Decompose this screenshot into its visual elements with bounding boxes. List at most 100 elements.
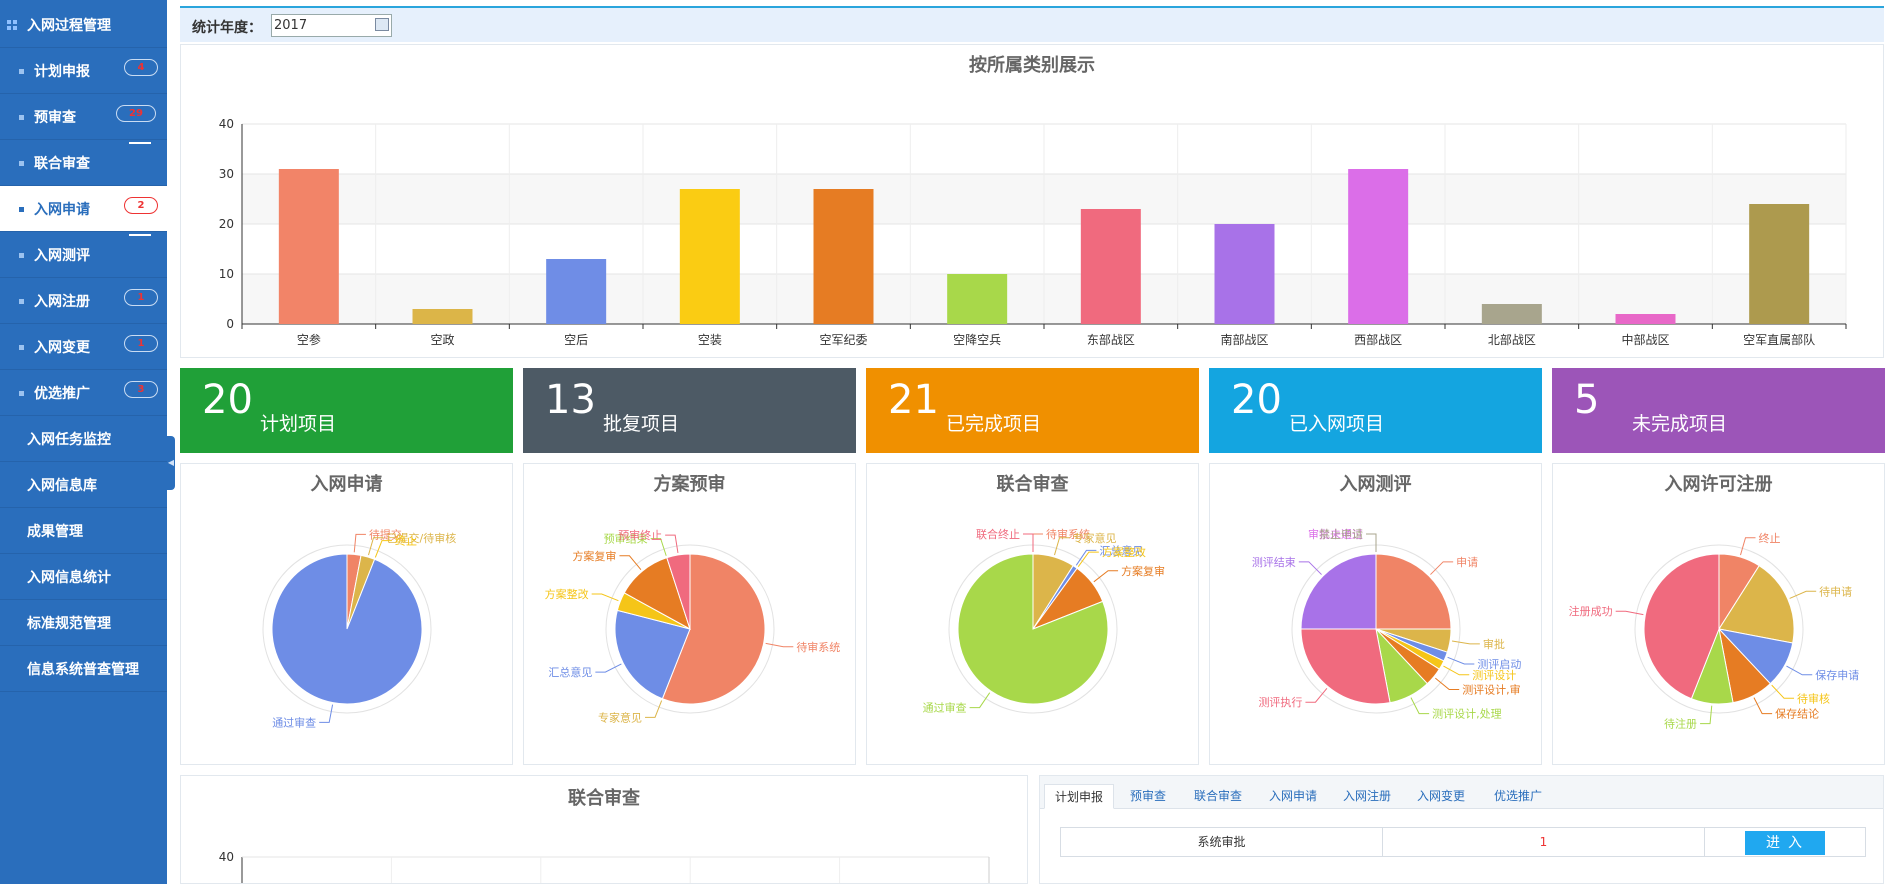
pie-label-line: [1366, 533, 1377, 552]
pie-slice: [271, 553, 423, 705]
pie-label: 通过审查: [923, 701, 967, 715]
bullet-icon: [19, 115, 24, 120]
pie-panel: 入网申请 待提交 已提交/待审核 终止 通过审查: [180, 463, 513, 765]
tab-6[interactable]: 优选推广: [1483, 784, 1553, 809]
pie-chart: 待提交已提交/待审核终止通过审查: [262, 527, 456, 729]
sidebar-item-6[interactable]: 入网注册 1: [0, 278, 167, 324]
sidebar-item-label: 入网信息统计: [27, 570, 111, 586]
stat-card[interactable]: 5 未完成项目: [1552, 368, 1885, 453]
calendar-icon[interactable]: [375, 18, 389, 31]
sidebar-collapse-toggle[interactable]: ◀: [167, 436, 175, 490]
year-input[interactable]: 2017: [271, 14, 392, 37]
tab-1[interactable]: 预审查: [1120, 784, 1176, 809]
sidebar-item-2[interactable]: 预审查 29: [0, 94, 167, 140]
divider-dash: [129, 142, 151, 144]
sidebar-item-1[interactable]: 计划申报 4: [0, 48, 167, 94]
enter-button[interactable]: 进入: [1745, 831, 1825, 855]
pie-label: 测评设计,处理: [1432, 708, 1502, 721]
pie-label-line: [1077, 551, 1099, 567]
tab-3[interactable]: 入网申请: [1261, 784, 1325, 809]
y-tick-label: 40: [219, 850, 234, 864]
pie-label: 保存结论: [1775, 707, 1819, 721]
bottom-chart-panel: 联合审查 40: [180, 775, 1028, 884]
sidebar-item-11[interactable]: 成果管理: [0, 508, 167, 554]
pie-label: 终止: [1759, 531, 1781, 545]
pie-chart: 终止待申请保存申请待审核保存结论待注册 注册成功: [1569, 531, 1860, 731]
pie-label: 预审终止: [618, 528, 662, 542]
stat-card[interactable]: 20 计划项目: [180, 368, 513, 453]
pie-label: 申请: [1456, 556, 1478, 569]
pie-label: 专家意见: [1073, 531, 1117, 545]
pie-label-line: [353, 533, 366, 553]
sidebar-item-5[interactable]: 入网测评: [0, 232, 167, 278]
category-bar-chart: 0 10 20 30 40 空参 空政 空后 空装 空军纪委 空降空兵 东部战区 南部战区 西部战区 北部战…: [219, 117, 1847, 347]
pie-label-line: [1447, 656, 1475, 665]
stat-label: 已入网项目: [1289, 413, 1385, 435]
x-tick-label: 空后: [564, 333, 588, 347]
pie-label: 通过审查: [272, 715, 316, 729]
y-tick-label: 0: [226, 317, 234, 331]
pie-chart: 申请审批测评启动测评设计测评设计,审测评设计,处理测评执行测评结束审批未通过禁止…: [1252, 527, 1522, 721]
pie-panel: 联合审查 待审系统 专家意见 汇总意见 方案整改 方案复审 通过审查 联合终止: [866, 463, 1199, 765]
sidebar-item-label: 优选推广: [34, 386, 90, 402]
bullet-icon: [19, 391, 24, 396]
pie-label-line: [319, 704, 334, 723]
sidebar-item-label: 入网测评: [34, 248, 90, 264]
stat-card[interactable]: 21 已完成项目: [866, 368, 1199, 453]
tab-4[interactable]: 入网注册: [1335, 784, 1399, 809]
bar: [1080, 209, 1141, 324]
stat-label: 未完成项目: [1632, 413, 1728, 435]
sidebar-item-label: 预审查: [34, 110, 76, 126]
pie-label-line: [765, 642, 794, 648]
sidebar-item-9[interactable]: 入网任务监控: [0, 416, 167, 462]
x-tick-label: 空政: [430, 333, 454, 347]
tab-2[interactable]: 联合审查: [1184, 784, 1252, 809]
sidebar-item-7[interactable]: 入网变更 1: [0, 324, 167, 370]
pie-label: 保存申请: [1815, 668, 1859, 682]
bar-chart-panel: 按所属类别展示 0 10 20 30 40 空参 空政 空后 空装 空军纪委 空降空兵 东部战区 南部战…: [180, 44, 1884, 358]
sidebar-item-13[interactable]: 标准规范管理: [0, 600, 167, 646]
bar: [813, 189, 874, 324]
main-content: 统计年度： 2017 按所属类别展示 0 10 20 30 40 空参 空政 空后 空装 空军纪委…: [180, 0, 1888, 884]
sidebar-item-label: 入网变更: [34, 340, 90, 356]
stat-card[interactable]: 20 已入网项目: [1209, 368, 1542, 453]
pie-label-line: [1366, 533, 1377, 552]
sidebar-item-4[interactable]: 入网申请 2: [0, 186, 167, 232]
bar: [1749, 204, 1810, 324]
task-name-cell: 系统审批: [1061, 828, 1383, 856]
task-tabs: 计划申报 预审查 联合审查 入网申请 入网注册 入网变更 优选推广: [1040, 776, 1883, 809]
joint-review-bar-chart: 40: [219, 850, 990, 883]
sidebar-item-label: 入网过程管理: [27, 18, 111, 34]
bar: [412, 309, 473, 324]
stat-card[interactable]: 13 批复项目: [523, 368, 856, 453]
pie-label: 审批: [1483, 637, 1505, 651]
bullet-icon: [19, 345, 24, 350]
pie-label: 待审核: [1797, 691, 1830, 705]
x-tick-label: 空装: [698, 333, 722, 347]
sidebar-item-14[interactable]: 信息系统普查管理: [0, 646, 167, 692]
sidebar-item-10[interactable]: 入网信息库: [0, 462, 167, 508]
sidebar-item-12[interactable]: 入网信息统计: [0, 554, 167, 600]
year-value: 2017: [274, 18, 308, 33]
tab-0[interactable]: 计划申报: [1044, 784, 1114, 809]
sidebar-item-8[interactable]: 优选推广 3: [0, 370, 167, 416]
sidebar-item-label: 入网信息库: [27, 478, 97, 494]
x-tick-label: 西部战区: [1354, 332, 1402, 347]
bullet-icon: [19, 253, 24, 258]
tab-5[interactable]: 入网变更: [1409, 784, 1473, 809]
pie-chart: 待审系统专家意见汇总意见方案整改方案复审预审结束预审终止: [545, 528, 841, 724]
stat-number: 13: [545, 377, 596, 423]
bullet-icon: [19, 299, 24, 304]
pie-label-line: [1789, 590, 1817, 599]
count-badge: 3: [124, 381, 158, 398]
y-tick-label: 30: [219, 167, 234, 181]
stat-label: 计划项目: [260, 413, 337, 435]
pie-label: 待申请: [1819, 584, 1852, 598]
pie-panel: 入网测评 申请 审批 测评启动 测评设计 测评设计,审 测评设计,处理 测评执行 测评结束 审批未…: [1209, 463, 1542, 765]
sidebar-item-0[interactable]: 入网过程管理: [0, 2, 167, 48]
pie-label-line: [969, 692, 991, 709]
sidebar-item-label: 标准规范管理: [27, 616, 111, 632]
sidebar-item-3[interactable]: 联合审查: [0, 140, 167, 186]
pie-label-line: [645, 700, 663, 718]
y-tick-label: 20: [219, 217, 234, 231]
